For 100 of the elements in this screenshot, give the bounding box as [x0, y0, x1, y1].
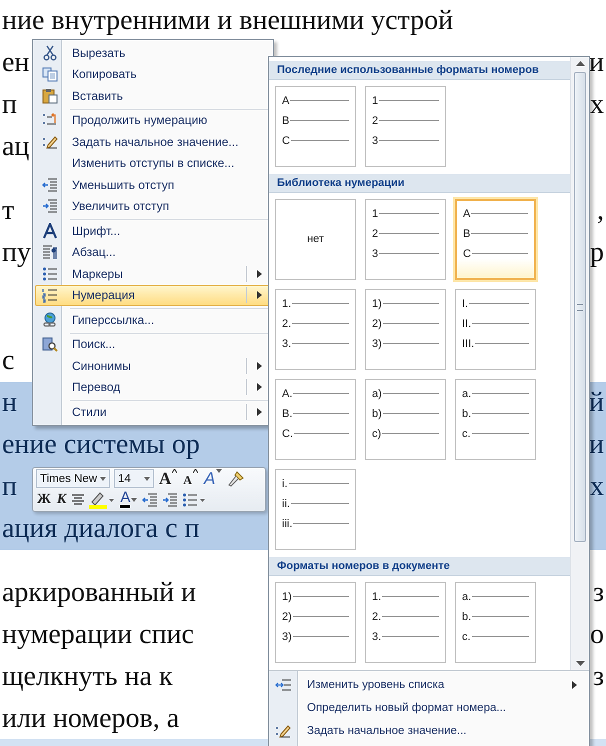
menu-item[interactable]: Задать начальное значение...: [35, 131, 271, 152]
bulleted-list-icon: [42, 266, 58, 282]
section-header: Библиотека нумерации: [269, 174, 570, 193]
numbering-format-tile[interactable]: 1 2 3: [365, 199, 446, 280]
highlighter-icon[interactable]: [89, 490, 116, 508]
menu-item[interactable]: Гиперссылка...: [35, 306, 271, 330]
document-text: о: [590, 618, 604, 652]
pencil-list-icon: [275, 722, 291, 738]
submenu-arrow-icon: [257, 270, 262, 278]
document-text: ен: [2, 46, 30, 80]
scrollbar-thumb[interactable]: [574, 72, 586, 542]
document-text: п: [2, 470, 17, 504]
clipboard-icon: [42, 88, 58, 104]
document-text: т: [2, 194, 14, 228]
submenu-arrow-icon: [572, 680, 577, 688]
numbering-format-tile[interactable]: I. II. III.: [455, 289, 536, 370]
menu-item[interactable]: Изменить уровень списка: [269, 673, 589, 696]
menu-item[interactable]: Продолжить нумерацию: [35, 106, 271, 131]
section-header: Последние использованные форматы номеров: [269, 61, 570, 80]
document-text: й: [589, 386, 604, 420]
paragraph-icon: [42, 244, 58, 260]
menu-item[interactable]: Маркеры: [35, 263, 271, 284]
document-text: ,: [597, 194, 604, 228]
numbering-format-tile[interactable]: 1. 2. 3.: [365, 582, 446, 663]
numbering-format-tile[interactable]: 1) 2) 3): [275, 582, 356, 663]
increase-indent-icon: [42, 198, 58, 214]
align-center-icon[interactable]: [71, 492, 86, 506]
numbering-format-tile[interactable]: i. ii. iii.: [275, 469, 356, 550]
bold-button[interactable]: Ж: [36, 490, 52, 509]
decrease-indent-icon[interactable]: [142, 492, 158, 508]
dropdown-arrow-icon: [216, 469, 222, 473]
increase-indent-icon[interactable]: [162, 492, 178, 508]
scroll-down-icon[interactable]: [576, 661, 584, 666]
search-icon: [42, 336, 58, 352]
font-name-combo-box[interactable]: Times New: [36, 469, 110, 488]
font-size-combo-box[interactable]: 14: [114, 469, 154, 488]
caret-icon: [172, 469, 178, 473]
menu-item[interactable]: Вставить: [35, 85, 271, 106]
submenu-arrow-icon: [257, 408, 262, 416]
scissors-icon: [42, 44, 58, 61]
numbering-format-tile[interactable]: a) b) c): [365, 379, 446, 460]
menu-item[interactable]: Изменить отступы в списке...: [35, 152, 271, 174]
document-text: п: [2, 88, 17, 122]
dropdown-arrow-icon: [131, 498, 138, 502]
document-text: ение системы ор: [2, 428, 200, 462]
numbering-format-tile[interactable]: 1 2 3: [365, 86, 446, 167]
scrollbar[interactable]: [570, 57, 589, 670]
menu-item[interactable]: Стили: [35, 398, 271, 422]
document-text: з: [592, 660, 604, 694]
menu-item[interactable]: Задать начальное значение...: [269, 719, 589, 742]
document-text: х: [590, 470, 604, 504]
submenu-arrow-icon: [257, 362, 262, 370]
styles-button[interactable]: A: [202, 469, 224, 488]
document-text: или номеров, а: [2, 702, 180, 736]
pencil-list-icon: [42, 134, 58, 150]
document-text: нумерации спис: [2, 618, 194, 652]
document-text: з: [592, 576, 604, 610]
section-header: Форматы номеров в документе: [269, 557, 570, 576]
grow-font-button[interactable]: A: [158, 469, 178, 488]
document-text: и: [589, 46, 604, 80]
brush-icon[interactable]: [227, 470, 246, 488]
menu-item[interactable]: Перевод: [35, 376, 271, 398]
menu-item[interactable]: Нумерация: [35, 284, 271, 306]
numbering-format-tile[interactable]: 1) 2) 3): [365, 289, 446, 370]
menu-item[interactable]: Вырезать: [35, 42, 271, 64]
numbering-format-tile[interactable]: нет: [275, 199, 356, 280]
document-text: ация диалога с п: [2, 512, 200, 546]
shrink-font-button[interactable]: A: [182, 469, 199, 488]
menu-item[interactable]: Шрифт...: [35, 217, 271, 242]
numbering-format-tile[interactable]: a. b. c.: [455, 379, 536, 460]
copy-icon: [42, 66, 58, 82]
document-text: и: [589, 428, 604, 462]
numbering-format-tile[interactable]: 1. 2. 3.: [275, 289, 356, 370]
submenu-arrow-icon: [257, 383, 262, 392]
numbering-format-tile[interactable]: A B C: [455, 199, 536, 280]
document-text: щелкнуть на к: [2, 660, 173, 694]
italic-button[interactable]: К: [56, 490, 68, 509]
numbering-format-tile[interactable]: A. B. C.: [275, 379, 356, 460]
globe-link-icon: [42, 312, 58, 328]
menu-item[interactable]: Абзац...: [35, 242, 271, 263]
menu-item[interactable]: Увеличить отступ: [35, 196, 271, 217]
document-text: аркированный и: [2, 576, 196, 610]
menu-item[interactable]: Уменьшить отступ: [35, 174, 271, 196]
document-text: пу: [2, 236, 31, 270]
dropdown-arrow-icon: [100, 476, 106, 480]
menu-item[interactable]: Определить новый формат номера...: [269, 696, 589, 719]
menu-item[interactable]: Поиск...: [35, 330, 271, 355]
list-level-icon: [275, 678, 291, 690]
menu-item[interactable]: Копировать: [35, 64, 271, 85]
bulleted-list-icon[interactable]: [182, 492, 206, 508]
caret-icon: [192, 469, 198, 473]
menu-item[interactable]: Синонимы: [35, 355, 271, 376]
font-color-button[interactable]: A: [119, 490, 138, 509]
numbering-format-tile[interactable]: a. b. c.: [455, 582, 536, 663]
scroll-up-icon[interactable]: [576, 61, 584, 66]
document-text: с: [2, 344, 14, 378]
document-text: р: [590, 236, 604, 270]
document-text: ние внутренними и внешними устрой: [2, 4, 454, 38]
numbered-list-icon: [42, 287, 58, 304]
numbering-format-tile[interactable]: A B C: [275, 86, 356, 167]
